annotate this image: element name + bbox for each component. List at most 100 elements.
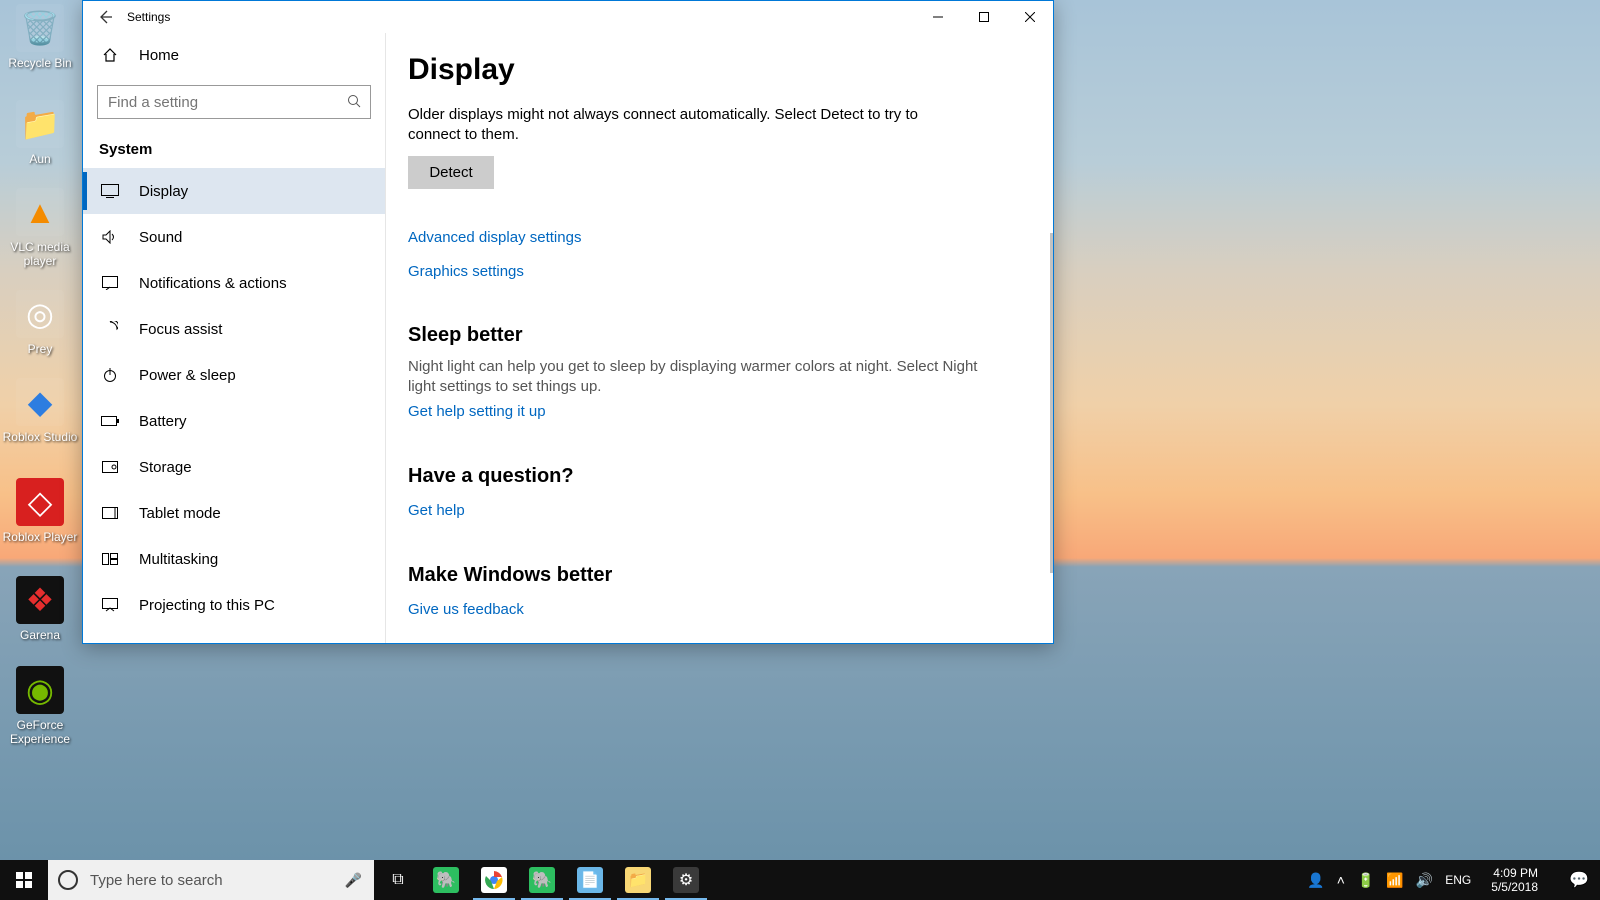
content-pane: Display Older displays might not always … [386, 33, 1053, 643]
sidebar-item-sound[interactable]: Sound [83, 214, 385, 260]
question-heading: Have a question? [408, 465, 1023, 488]
desktop-icon-label: VLC media player [2, 240, 78, 269]
battery-icon [99, 416, 121, 426]
sidebar-item-label: Display [139, 183, 188, 200]
back-button[interactable] [83, 1, 127, 33]
minimize-button[interactable] [915, 1, 961, 33]
desktop-icon-label: Garena [2, 628, 78, 642]
link-feedback[interactable]: Give us feedback [408, 601, 524, 618]
taskbar-app-notepad[interactable]: 📄 [566, 860, 614, 900]
wifi-icon[interactable]: 📶 [1386, 872, 1403, 889]
task-view-icon: ⧉ [392, 871, 403, 889]
link-get-help[interactable]: Get help [408, 502, 465, 519]
taskbar-search-placeholder: Type here to search [90, 872, 223, 889]
desktop-icon-recycle-bin[interactable]: 🗑️ Recycle Bin [2, 4, 78, 70]
language-indicator[interactable]: ENG [1445, 873, 1471, 887]
desktop-icon-label: Recycle Bin [2, 56, 78, 70]
close-button[interactable] [1007, 1, 1053, 33]
search-input[interactable] [97, 85, 371, 119]
desktop-icon-prey[interactable]: ◎ Prey [2, 290, 78, 356]
garena-icon: ❖ [16, 576, 64, 624]
link-sleep-help[interactable]: Get help setting it up [408, 403, 546, 420]
volume-icon[interactable]: 🔊 [1416, 872, 1433, 889]
desktop-icon-label: Roblox Studio [2, 430, 78, 444]
people-icon[interactable]: 👤 [1307, 872, 1324, 889]
storage-icon [99, 461, 121, 473]
home-icon [99, 47, 121, 63]
taskbar-app-evernote2[interactable]: 🐘 [518, 860, 566, 900]
sidebar-item-label: Projecting to this PC [139, 597, 275, 614]
desktop-icon-label: GeForce Experience [2, 718, 78, 747]
sidebar-item-multitasking[interactable]: Multitasking [83, 536, 385, 582]
clock-date: 5/5/2018 [1491, 880, 1538, 894]
sidebar-item-label: Storage [139, 459, 192, 476]
focus-assist-icon [99, 321, 121, 337]
settings-window: Settings Home System Display [82, 0, 1054, 644]
gear-icon: ⚙ [673, 867, 699, 893]
close-icon [1025, 12, 1035, 22]
start-button[interactable] [0, 860, 48, 900]
power-icon [99, 367, 121, 383]
system-tray: 👤 ˄ 🔋 📶 🔊 ENG 4:09 PM 5/5/2018 💬 [1307, 860, 1600, 900]
detect-button[interactable]: Detect [408, 156, 494, 189]
detect-description: Older displays might not always connect … [408, 105, 968, 146]
display-icon [99, 184, 121, 198]
roblox-studio-icon: ◆ [16, 378, 64, 426]
sidebar-item-notifications[interactable]: Notifications & actions [83, 260, 385, 306]
desktop-icon-garena[interactable]: ❖ Garena [2, 576, 78, 642]
sidebar-item-projecting[interactable]: Projecting to this PC [83, 582, 385, 628]
tray-chevron-up-icon[interactable]: ˄ [1337, 872, 1345, 888]
desktop-icon-roblox-studio[interactable]: ◆ Roblox Studio [2, 378, 78, 444]
taskbar-app-chrome[interactable] [470, 860, 518, 900]
window-title: Settings [127, 10, 170, 24]
scrollbar[interactable] [1050, 233, 1053, 573]
arrow-left-icon [97, 9, 113, 25]
recycle-bin-icon: 🗑️ [16, 4, 64, 52]
battery-tray-icon[interactable]: 🔋 [1357, 872, 1374, 889]
maximize-icon [979, 12, 989, 22]
page-title: Display [408, 53, 1023, 87]
sidebar-item-battery[interactable]: Battery [83, 398, 385, 444]
taskbar-search[interactable]: Type here to search 🎤 [48, 860, 374, 900]
sidebar-home-label: Home [139, 47, 179, 64]
link-advanced-display[interactable]: Advanced display settings [408, 229, 581, 246]
sidebar-item-storage[interactable]: Storage [83, 444, 385, 490]
sidebar-item-tablet-mode[interactable]: Tablet mode [83, 490, 385, 536]
sidebar-item-label: Power & sleep [139, 367, 236, 384]
desktop-icon-vlc[interactable]: ▲ VLC media player [2, 188, 78, 269]
sidebar-item-label: Multitasking [139, 551, 218, 568]
geforce-icon: ◉ [16, 666, 64, 714]
titlebar: Settings [83, 1, 1053, 33]
roblox-player-icon: ◇ [16, 478, 64, 526]
folder-icon: 📁 [16, 100, 64, 148]
taskbar-app-settings[interactable]: ⚙ [662, 860, 710, 900]
taskbar-app-evernote1[interactable]: 🐘 [422, 860, 470, 900]
mic-icon[interactable]: 🎤 [345, 872, 362, 889]
sidebar-item-label: Notifications & actions [139, 275, 287, 292]
maximize-button[interactable] [961, 1, 1007, 33]
desktop-icon-label: Aun [2, 152, 78, 166]
action-center-icon[interactable]: 💬 [1558, 870, 1600, 890]
desktop-icon-geforce[interactable]: ◉ GeForce Experience [2, 666, 78, 747]
cortana-icon [58, 870, 78, 890]
desktop-icon-aun[interactable]: 📁 Aun [2, 100, 78, 166]
chrome-icon [481, 867, 507, 893]
sleep-better-heading: Sleep better [408, 324, 1023, 347]
evernote-icon: 🐘 [433, 867, 459, 893]
better-heading: Make Windows better [408, 564, 1023, 587]
sidebar-item-power-sleep[interactable]: Power & sleep [83, 352, 385, 398]
notepad-icon: 📄 [577, 867, 603, 893]
clock[interactable]: 4:09 PM 5/5/2018 [1483, 866, 1546, 895]
taskbar-app-explorer[interactable]: 📁 [614, 860, 662, 900]
sidebar-home[interactable]: Home [83, 33, 385, 77]
desktop-icon-roblox-player[interactable]: ◇ Roblox Player [2, 478, 78, 544]
vlc-icon: ▲ [16, 188, 64, 236]
sidebar-item-focus-assist[interactable]: Focus assist [83, 306, 385, 352]
link-graphics-settings[interactable]: Graphics settings [408, 263, 1023, 280]
task-view-button[interactable]: ⧉ [374, 860, 422, 900]
multitasking-icon [99, 553, 121, 565]
tablet-icon [99, 507, 121, 519]
evernote-icon: 🐘 [529, 867, 555, 893]
sidebar-item-display[interactable]: Display [83, 168, 385, 214]
windows-icon [16, 872, 32, 888]
